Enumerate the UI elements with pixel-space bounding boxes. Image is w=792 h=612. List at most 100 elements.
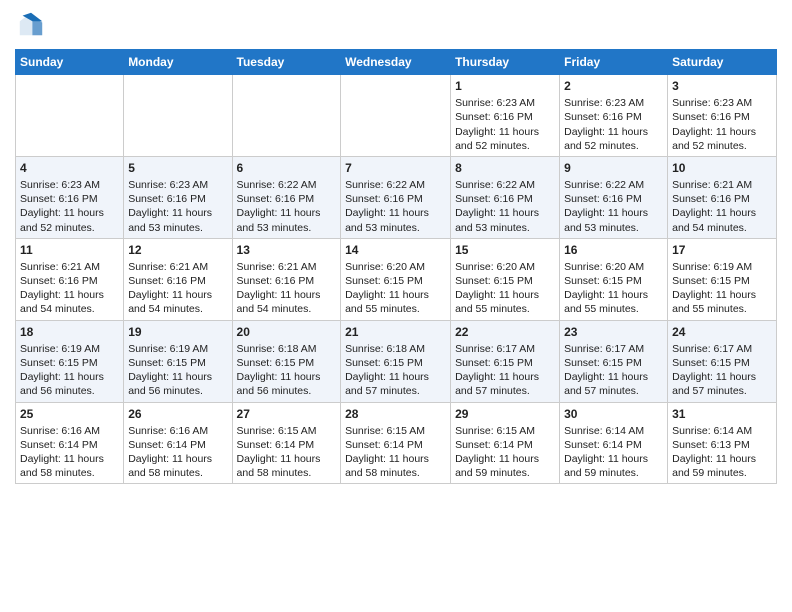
cell-info: Sunrise: 6:19 AM [128,343,208,355]
cell-info: Sunrise: 6:15 AM [455,425,535,437]
cell-info: Sunrise: 6:23 AM [128,179,208,191]
cell-info: Sunset: 6:15 PM [237,357,315,369]
cell-info: Sunset: 6:15 PM [20,357,98,369]
calendar-cell: 12Sunrise: 6:21 AMSunset: 6:16 PMDayligh… [124,238,232,320]
calendar-body: 1Sunrise: 6:23 AMSunset: 6:16 PMDaylight… [16,75,777,484]
calendar-week-row: 11Sunrise: 6:21 AMSunset: 6:16 PMDayligh… [16,238,777,320]
calendar-week-row: 18 Sunrise: 6:19 AM Sunset: 6:15 PM Dayligh… [16,320,777,402]
cell-info: Sunset: 6:16 PM [20,275,98,287]
calendar-cell [16,75,124,157]
calendar-cell: 26Sunrise: 6:16 AMSunset: 6:14 PMDayligh… [124,402,232,484]
calendar-header-row: SundayMondayTuesdayWednesdayThursdayFrid… [16,50,777,75]
cell-info: Daylight: 11 hours and 54 minutes. [672,207,756,233]
calendar-cell [341,75,451,157]
cell-info: Sunrise: 6:15 AM [237,425,317,437]
cell-info: Sunrise: 6:18 AM [237,343,317,355]
day-number: 20 [237,324,337,340]
day-number: 28 [345,406,446,422]
cell-info: Sunrise: 6:20 AM [345,261,425,273]
cell-info: Sunrise: 6:22 AM [564,179,644,191]
cell-info: Daylight: 11 hours and 52 minutes. [672,126,756,152]
header [15,10,777,43]
cell-info: Sunset: 6:16 PM [237,193,315,205]
cell-info: Daylight: 11 hours and 55 minutes. [672,289,756,315]
cell-info: Daylight: 11 hours and 57 minutes. [345,371,429,397]
day-number: 24 [672,324,772,340]
calendar-cell: 6Sunrise: 6:22 AMSunset: 6:16 PMDaylight… [232,156,341,238]
cell-info: Sunset: 6:16 PM [564,111,642,123]
day-number: 2 [564,78,663,94]
calendar-cell: 29Sunrise: 6:15 AMSunset: 6:14 PMDayligh… [451,402,560,484]
cell-info: Sunset: 6:14 PM [564,439,642,451]
cell-info: Sunset: 6:16 PM [128,275,206,287]
cell-info: Daylight: 11 hours and 58 minutes. [128,453,212,479]
cell-info: Sunrise: 6:21 AM [20,261,100,273]
day-number: 25 [20,406,119,422]
calendar-cell: 11Sunrise: 6:21 AMSunset: 6:16 PMDayligh… [16,238,124,320]
calendar-cell: 21Sunrise: 6:18 AMSunset: 6:15 PMDayligh… [341,320,451,402]
calendar-week-row: 25Sunrise: 6:16 AMSunset: 6:14 PMDayligh… [16,402,777,484]
day-number: 23 [564,324,663,340]
cell-info: Sunrise: 6:21 AM [128,261,208,273]
calendar-cell: 4Sunrise: 6:23 AMSunset: 6:16 PMDaylight… [16,156,124,238]
cell-info: Sunset: 6:15 PM [672,357,750,369]
cell-info: Sunrise: 6:20 AM [564,261,644,273]
calendar-cell: 5Sunrise: 6:23 AMSunset: 6:16 PMDaylight… [124,156,232,238]
cell-info: Daylight: 11 hours and 56 minutes. [237,371,321,397]
day-number: 19 [128,324,227,340]
cell-info: Sunset: 6:15 PM [345,357,423,369]
col-header-wednesday: Wednesday [341,50,451,75]
cell-info: Daylight: 11 hours and 57 minutes. [455,371,539,397]
calendar-cell: 25Sunrise: 6:16 AMSunset: 6:14 PMDayligh… [16,402,124,484]
col-header-thursday: Thursday [451,50,560,75]
cell-info: Sunrise: 6:15 AM [345,425,425,437]
calendar-cell: 13Sunrise: 6:21 AMSunset: 6:16 PMDayligh… [232,238,341,320]
cell-info: Sunset: 6:16 PM [672,193,750,205]
calendar-cell: 28Sunrise: 6:15 AMSunset: 6:14 PMDayligh… [341,402,451,484]
day-number: 18 [20,324,119,340]
calendar-cell: 23Sunrise: 6:17 AMSunset: 6:15 PMDayligh… [560,320,668,402]
col-header-tuesday: Tuesday [232,50,341,75]
col-header-monday: Monday [124,50,232,75]
logo [15,10,45,43]
cell-info: Sunrise: 6:23 AM [672,97,752,109]
cell-info: Sunrise: 6:19 AM [672,261,752,273]
cell-info: Daylight: 11 hours and 58 minutes. [20,453,104,479]
day-number: 26 [128,406,227,422]
cell-info: Daylight: 11 hours and 53 minutes. [345,207,429,233]
calendar-cell: 8Sunrise: 6:22 AMSunset: 6:16 PMDaylight… [451,156,560,238]
cell-info: Sunrise: 6:21 AM [237,261,317,273]
calendar-cell [232,75,341,157]
cell-info: Daylight: 11 hours and 52 minutes. [20,207,104,233]
day-number: 16 [564,242,663,258]
cell-info: Sunset: 6:16 PM [128,193,206,205]
cell-info: Sunset: 6:16 PM [20,193,98,205]
cell-info: Sunrise: 6:14 AM [564,425,644,437]
day-number: 13 [237,242,337,258]
cell-info: Sunset: 6:15 PM [672,275,750,287]
col-header-sunday: Sunday [16,50,124,75]
cell-info: Daylight: 11 hours and 58 minutes. [345,453,429,479]
logo-icon [17,10,45,38]
cell-info: Sunset: 6:16 PM [455,193,533,205]
page: SundayMondayTuesdayWednesdayThursdayFrid… [0,0,792,612]
day-number: 14 [345,242,446,258]
cell-info: Sunrise: 6:20 AM [455,261,535,273]
calendar-cell: 17Sunrise: 6:19 AMSunset: 6:15 PMDayligh… [668,238,777,320]
cell-info: Sunrise: 6:17 AM [672,343,752,355]
calendar-week-row: 1Sunrise: 6:23 AMSunset: 6:16 PMDaylight… [16,75,777,157]
calendar-cell: 16Sunrise: 6:20 AMSunset: 6:15 PMDayligh… [560,238,668,320]
day-number: 21 [345,324,446,340]
cell-info: Daylight: 11 hours and 56 minutes. [128,371,212,397]
cell-info: Sunset: 6:15 PM [128,357,206,369]
cell-info: Daylight: 11 hours and 53 minutes. [564,207,648,233]
calendar-cell: 14Sunrise: 6:20 AMSunset: 6:15 PMDayligh… [341,238,451,320]
day-number: 4 [20,160,119,176]
cell-info: Daylight: 11 hours and 55 minutes. [564,289,648,315]
day-number: 30 [564,406,663,422]
cell-info: Daylight: 11 hours and 54 minutes. [20,289,104,315]
day-number: 3 [672,78,772,94]
cell-info: Daylight: 11 hours and 53 minutes. [455,207,539,233]
cell-info: Daylight: 11 hours and 53 minutes. [128,207,212,233]
day-number: 9 [564,160,663,176]
